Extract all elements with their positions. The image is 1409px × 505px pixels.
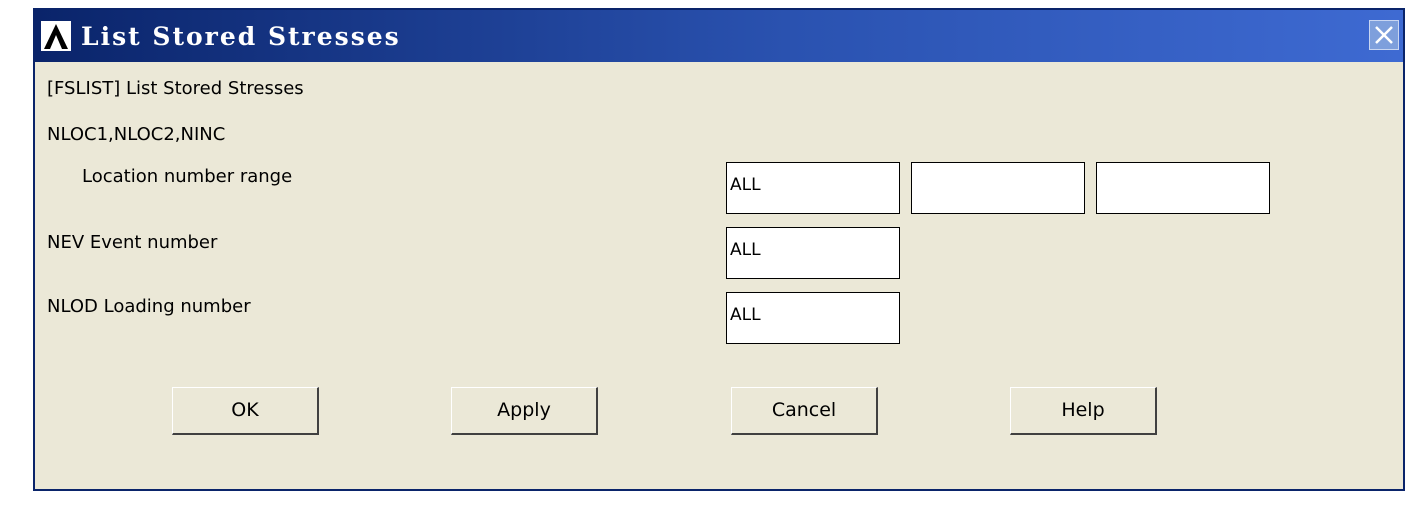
nlod-input[interactable]: ALL <box>726 292 900 344</box>
close-icon <box>1375 26 1393 44</box>
location-range-label: Location number range <box>82 166 293 187</box>
command-label: [FSLIST] List Stored Stresses <box>47 78 304 99</box>
title-bar[interactable]: List Stored Stresses <box>35 10 1403 62</box>
window-title: List Stored Stresses <box>81 22 401 51</box>
ansys-logo-icon <box>41 21 71 51</box>
params-label: NLOC1,NLOC2,NINC <box>47 124 226 145</box>
dialog-window: List Stored Stresses [FSLIST] List Store… <box>33 8 1405 491</box>
nev-label: NEV Event number <box>47 232 218 253</box>
ok-button[interactable]: OK <box>172 387 319 435</box>
nlod-label: NLOD Loading number <box>47 296 251 317</box>
nloc2-input[interactable] <box>911 162 1085 214</box>
close-button[interactable] <box>1369 20 1399 50</box>
help-button[interactable]: Help <box>1010 387 1157 435</box>
nloc1-input[interactable]: ALL <box>726 162 900 214</box>
ninc-input[interactable] <box>1096 162 1270 214</box>
nev-input[interactable]: ALL <box>726 227 900 279</box>
apply-button[interactable]: Apply <box>451 387 598 435</box>
cancel-button[interactable]: Cancel <box>731 387 878 435</box>
